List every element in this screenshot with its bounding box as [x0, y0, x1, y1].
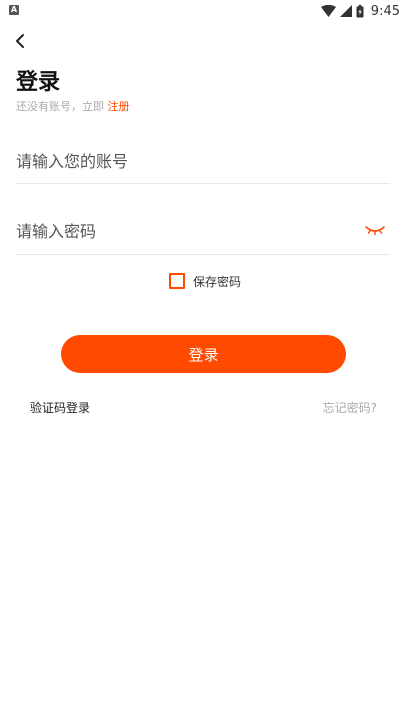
- status-icons: 9:45: [320, 2, 400, 20]
- forgot-password-link[interactable]: 忘记密码?: [323, 399, 377, 416]
- wifi-icon: [320, 5, 336, 17]
- page-title: 登录: [16, 70, 61, 95]
- app-notification-icon: A: [9, 5, 19, 15]
- register-prompt: 还没有账号，立即: [16, 100, 104, 113]
- password-visibility-toggle[interactable]: [364, 222, 386, 238]
- password-input[interactable]: [16, 216, 346, 246]
- register-link[interactable]: 注册: [108, 100, 130, 113]
- account-input[interactable]: [16, 146, 346, 176]
- signal-icon: [339, 5, 352, 17]
- back-button[interactable]: [10, 30, 32, 52]
- chevron-left-icon: [16, 34, 24, 48]
- login-button[interactable]: 登录: [61, 335, 346, 373]
- password-field: [16, 216, 390, 255]
- sms-login-link[interactable]: 验证码登录: [30, 399, 90, 416]
- save-password-label: 保存密码: [193, 274, 242, 289]
- status-bar: A 9:45: [0, 0, 408, 22]
- battery-icon: [356, 4, 364, 17]
- register-hint: 还没有账号，立即 注册: [16, 98, 130, 114]
- save-password-checkbox[interactable]: [169, 273, 185, 289]
- account-field: [16, 146, 390, 184]
- eye-closed-icon: [365, 226, 385, 236]
- clock: 9:45: [370, 3, 400, 19]
- save-password-option[interactable]: 保存密码: [169, 272, 241, 290]
